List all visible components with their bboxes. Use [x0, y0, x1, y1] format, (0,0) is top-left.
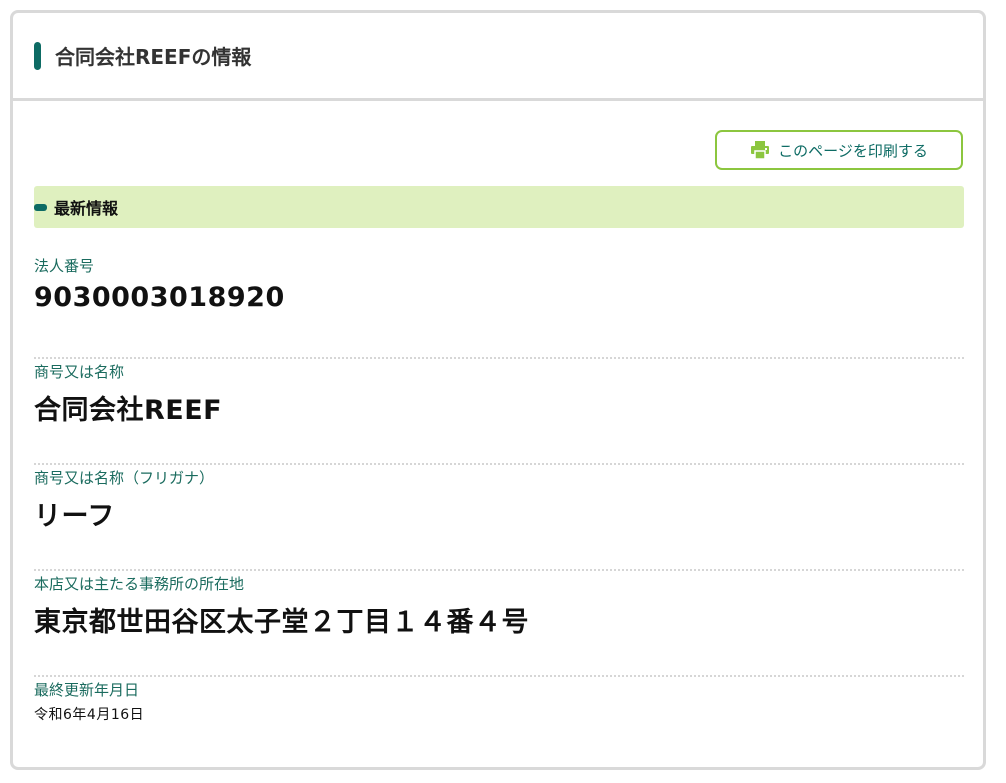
field-address: 本店又は主たる事務所の所在地 東京都世田谷区太子堂２丁目１４番４号	[34, 573, 964, 677]
field-label: 法人番号	[34, 257, 95, 275]
print-page-button[interactable]: このページを印刷する	[715, 130, 963, 170]
field-trade-name-kana: 商号又は名称（フリガナ） リーフ	[34, 467, 964, 571]
panel-header: 合同会社REEFの情報	[13, 13, 983, 101]
field-label: 商号又は名称	[34, 363, 125, 381]
field-value: 合同会社REEF	[34, 395, 223, 426]
field-value: リーフ	[34, 501, 115, 532]
field-label: 最終更新年月日	[34, 681, 140, 699]
corporate-info-panel: 合同会社REEFの情報 このページを印刷する 最新情報 法人番号 9030003…	[10, 10, 986, 770]
field-value: 令和6年4月16日	[34, 707, 145, 723]
info-fields: 法人番号 9030003018920 商号又は名称 合同会社REEF 商号又は名…	[34, 253, 964, 783]
field-label: 商号又は名称（フリガナ）	[34, 469, 215, 487]
field-value: 東京都世田谷区太子堂２丁目１４番４号	[34, 607, 529, 638]
print-button-label: このページを印刷する	[778, 141, 928, 160]
section-accent-dash	[34, 203, 47, 211]
section-header-latest: 最新情報	[34, 186, 964, 228]
field-trade-name: 商号又は名称 合同会社REEF	[34, 361, 964, 465]
field-last-updated: 最終更新年月日 令和6年4月16日	[34, 679, 964, 783]
field-value: 9030003018920	[34, 282, 285, 313]
printer-icon	[751, 141, 770, 160]
field-label: 本店又は主たる事務所の所在地	[34, 575, 245, 593]
field-corporate-number: 法人番号 9030003018920	[34, 255, 964, 359]
section-title: 最新情報	[54, 199, 119, 218]
page-title: 合同会社REEFの情報	[55, 45, 252, 69]
header-accent-bar	[34, 41, 41, 70]
